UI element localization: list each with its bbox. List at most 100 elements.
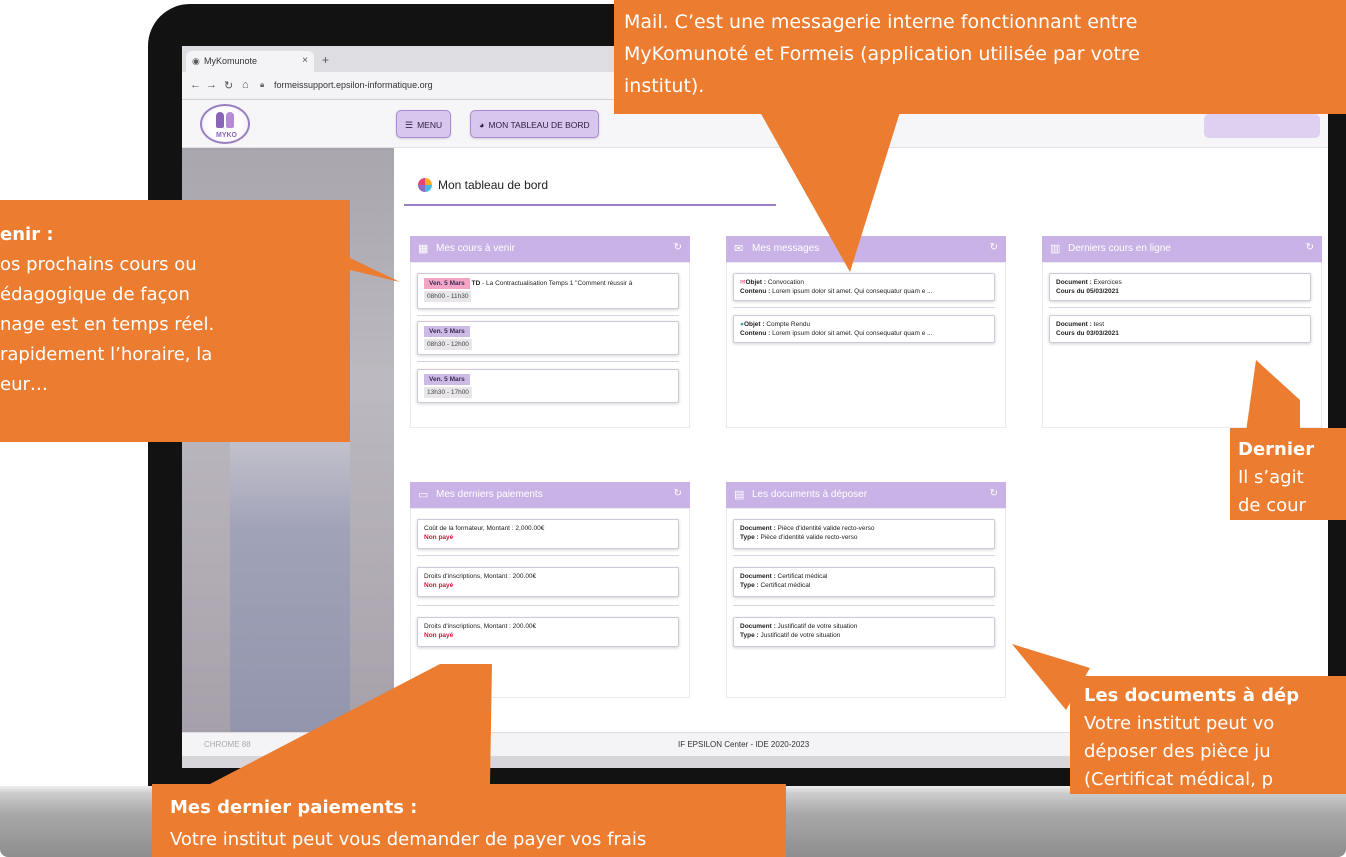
header-right-button[interactable]	[1204, 114, 1320, 138]
course-date: Cours du 03/03/2021	[1056, 330, 1119, 337]
envelope-icon: ✉	[734, 243, 744, 255]
message-content: Lorem ipsum dolor sit amet. Qui consequa…	[770, 288, 933, 295]
course-item[interactable]: Ven. 5 Mars 08h30 - 12h00	[417, 321, 679, 355]
callout-line: rapidement l’horaire, la	[0, 344, 213, 365]
course-desc: - La Contractualisation Temps 1 "Comment…	[480, 280, 633, 287]
divider	[417, 361, 679, 362]
callout-line: de cour	[1238, 495, 1306, 516]
online-course-item[interactable]: Document : Exercices Cours du 05/03/2021	[1049, 273, 1311, 301]
upload-document-icon: ▤	[734, 489, 745, 501]
chrome-version: CHROME 88	[204, 740, 251, 749]
course-item[interactable]: Ven. 5 Mars 13h30 - 17h00	[417, 369, 679, 403]
card-upcoming-courses: ▦ Mes cours à venir ↻ Ven. 5 Mars TD - L…	[410, 236, 690, 428]
dashboard-title-icon	[418, 178, 432, 192]
course-item[interactable]: Ven. 5 Mars TD - La Contractualisation T…	[417, 273, 679, 309]
callout-line: os prochains cours ou	[0, 254, 197, 275]
divider	[417, 605, 679, 606]
callout-title: Mes dernier paiements :	[170, 797, 418, 818]
refresh-icon[interactable]: ↻	[990, 242, 998, 253]
card-documents: ▤ Les documents à déposer ↻ Document : P…	[726, 482, 1006, 698]
hamburger-icon: ☰	[405, 120, 414, 130]
card-title: Derniers cours en ligne	[1068, 243, 1171, 254]
payment-item[interactable]: Droits d'inscriptions, Montant : 200.00€…	[417, 567, 679, 597]
back-arrow-icon[interactable]: ←	[190, 79, 201, 91]
card-title: Mes derniers paiements	[436, 489, 543, 500]
callout-mail: Mail. C’est une messagerie interne fonct…	[614, 0, 1346, 114]
payment-text: Droits d'inscriptions, Montant : 200.00€	[424, 623, 537, 630]
card-title: Mes cours à venir	[436, 243, 515, 254]
document-label: Document :	[740, 623, 776, 630]
payment-item[interactable]: Droits d'inscriptions, Montant : 200.00€…	[417, 617, 679, 647]
document-label: Document :	[740, 525, 776, 532]
document-name: Pièce d'identité valide recto-verso	[775, 525, 875, 532]
address-bar[interactable]: formeissupport.epsilon-informatique.org	[274, 80, 433, 90]
marketing-slide: ◉ MyKomunote × + ← → ↻ ⌂ 🔒︎ formeissuppo…	[0, 0, 1346, 857]
callout-line: MyKomunoté et Formeis (application utili…	[624, 43, 1140, 65]
callout-line: édagogique de façon	[0, 284, 190, 305]
message-content-label: Contenu :	[740, 330, 771, 337]
refresh-icon[interactable]: ↻	[674, 488, 682, 499]
refresh-icon[interactable]: ↻	[1306, 242, 1314, 253]
divider	[733, 605, 995, 606]
document-name: Exercices	[1091, 279, 1122, 286]
forward-arrow-icon[interactable]: →	[206, 79, 217, 91]
type-label: Type :	[740, 632, 759, 639]
menu-button[interactable]: ☰ MENU	[396, 110, 452, 138]
globe-icon: ◉	[192, 56, 200, 66]
card-header: ▦ Mes cours à venir ↻	[410, 236, 690, 262]
document-item[interactable]: Document : Certificat médical Type : Cer…	[733, 567, 995, 597]
message-content-label: Contenu :	[740, 288, 771, 295]
course-date: Cours du 05/03/2021	[1056, 288, 1119, 295]
message-item[interactable]: ●Objet : Compte Rendu Contenu : Lorem ip…	[733, 315, 995, 343]
new-tab-button[interactable]: +	[322, 53, 329, 67]
callout-payments: Mes dernier paiements : Votre institut p…	[152, 784, 786, 857]
callout-line: Votre institut peut vo	[1084, 713, 1275, 734]
card-body: ✉Objet : Convocation Contenu : Lorem ips…	[726, 262, 1006, 428]
document-item[interactable]: Document : Justificatif de votre situati…	[733, 617, 995, 647]
message-item[interactable]: ✉Objet : Convocation Contenu : Lorem ips…	[733, 273, 995, 301]
callout-documents: Les documents à dép Votre institut peut …	[1070, 676, 1346, 794]
card-header: ▭ Mes derniers paiements ↻	[410, 482, 690, 508]
app-logo[interactable]: MYKO	[200, 104, 250, 144]
payment-item[interactable]: Coût de la formateur, Montant : 2,000.00…	[417, 519, 679, 549]
document-name: Certificat médical	[775, 573, 828, 580]
course-date: Ven. 5 Mars	[424, 374, 470, 385]
callout-line: déposer des pièce ju	[1084, 741, 1271, 762]
home-icon[interactable]: ⌂	[242, 79, 249, 91]
payment-text: Droits d'inscriptions, Montant : 200.00€	[424, 573, 537, 580]
card-title: Mes messages	[752, 243, 820, 254]
dashboard-button[interactable]: ◕ MON TABLEAU DE BORD	[470, 110, 599, 138]
logo-figure-right	[226, 112, 234, 128]
card-header: ✉ Mes messages ↻	[726, 236, 1006, 262]
footer-text: IF EPSILON Center - IDE 2020-2023	[678, 740, 810, 749]
browser-tab[interactable]: ◉ MyKomunote ×	[186, 51, 314, 72]
divider	[1049, 307, 1311, 308]
course-label: TD	[471, 280, 481, 287]
card-body: Coût de la formateur, Montant : 2,000.00…	[410, 508, 690, 698]
card-online-courses: ▥ Derniers cours en ligne ↻ Document : E…	[1042, 236, 1322, 428]
message-object-label: Objet :	[745, 279, 767, 286]
reload-icon[interactable]: ↻	[224, 79, 233, 92]
close-icon[interactable]: ×	[302, 55, 308, 66]
refresh-icon[interactable]: ↻	[990, 488, 998, 499]
dashboard-button-label: MON TABLEAU DE BORD	[488, 120, 590, 130]
callout-line: Mail. C’est une messagerie interne fonct…	[624, 11, 1138, 33]
lock-icon: 🔒︎	[260, 80, 265, 89]
callout-online: Dernier Il s’agit de cour	[1230, 428, 1346, 520]
refresh-icon[interactable]: ↻	[674, 242, 682, 253]
message-content: Lorem ipsum dolor sit amet. Qui consequa…	[770, 330, 933, 337]
callout-title: Dernier	[1238, 439, 1315, 460]
tab-title: MyKomunote	[204, 56, 258, 66]
divider	[417, 315, 679, 316]
document-item[interactable]: Document : Pièce d'identité valide recto…	[733, 519, 995, 549]
message-object: Compte Rendu	[764, 321, 811, 328]
document-type: Certificat médical	[758, 582, 811, 589]
book-icon: ▥	[1050, 243, 1061, 255]
callout-title: enir :	[0, 224, 54, 245]
logo-figure-left	[216, 112, 224, 128]
laptop-screen: ◉ MyKomunote × + ← → ↻ ⌂ 🔒︎ formeissuppo…	[182, 46, 1328, 768]
course-time: 13h30 - 17h00	[424, 387, 472, 398]
callout-line: Il s’agit	[1238, 467, 1304, 488]
card-messages: ✉ Mes messages ↻ ✉Objet : Convocation Co…	[726, 236, 1006, 428]
online-course-item[interactable]: Document : test Cours du 03/03/2021	[1049, 315, 1311, 343]
